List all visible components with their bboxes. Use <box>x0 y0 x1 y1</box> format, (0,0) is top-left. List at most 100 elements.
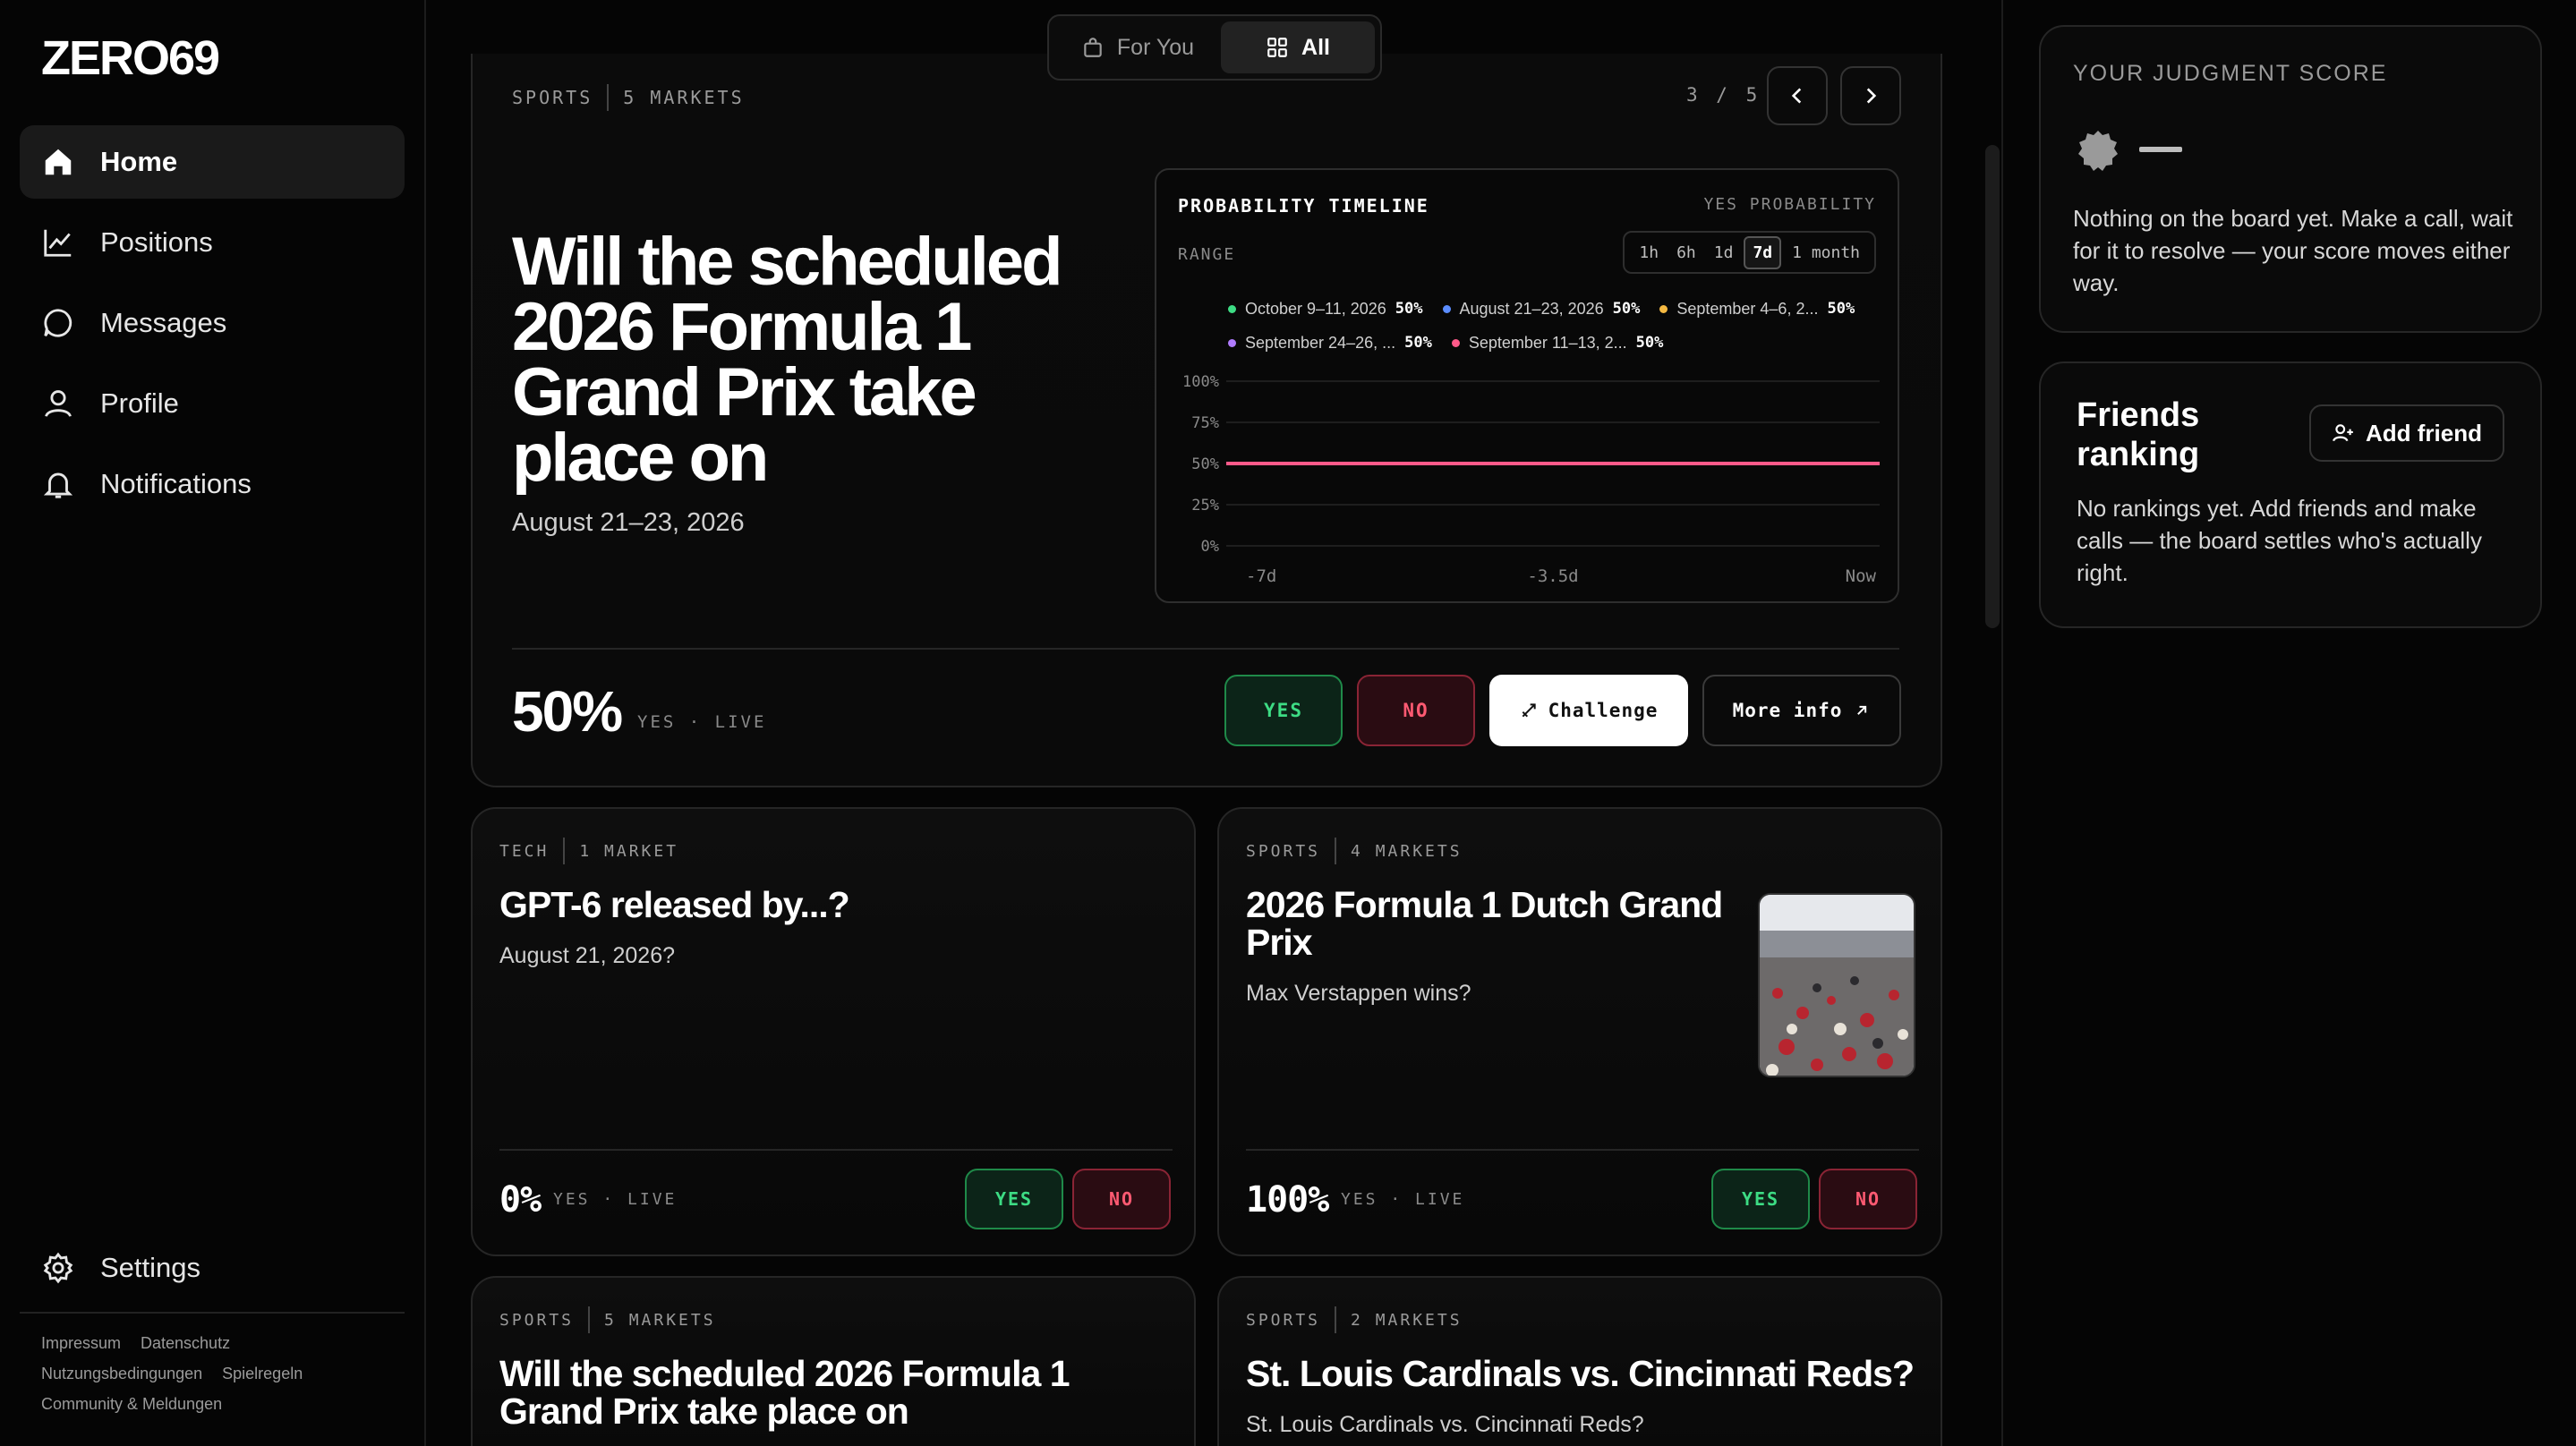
hero-yes-button[interactable]: YES <box>1224 675 1343 746</box>
next-button[interactable] <box>1840 66 1901 125</box>
nav-item-profile[interactable]: Profile <box>20 367 405 440</box>
footer-link-nutzungsbedingungen[interactable]: Nutzungsbedingungen <box>41 1365 202 1382</box>
card-subtitle: August 21, 2026? <box>499 943 675 968</box>
friends-ranking-panel: Friends ranking Add friend No rankings y… <box>2039 362 2542 628</box>
card-no-button[interactable]: NO <box>1819 1169 1917 1229</box>
card-percent: 100% <box>1246 1179 1329 1221</box>
judgment-title: YOUR JUDGMENT SCORE <box>2073 61 2388 86</box>
nav-item-settings[interactable]: Settings <box>20 1231 405 1305</box>
card-title[interactable]: 2026 Formula 1 Dutch Grand Prix <box>1246 886 1747 961</box>
hero-meta: SPORTS 5 MARKETS <box>512 84 745 111</box>
card-yes-button[interactable]: YES <box>1711 1169 1810 1229</box>
hero-divider <box>512 648 1899 650</box>
judgment-score-panel: YOUR JUDGMENT SCORE Nothing on the board… <box>2039 25 2542 333</box>
hero-no-button[interactable]: NO <box>1357 675 1475 746</box>
y-tick-label: 0% <box>1201 538 1219 556</box>
card-category: TECH <box>499 841 550 861</box>
hero-pager: 3 / 5 <box>1686 84 1761 106</box>
hero-live-label: YES · LIVE <box>637 712 767 732</box>
message-icon <box>44 309 73 337</box>
market-card[interactable]: SPORTS 2 MARKETS St. Louis Cardinals vs. … <box>1217 1276 1942 1446</box>
card-meta: SPORTS 4 MARKETS <box>1246 838 1463 864</box>
market-card[interactable]: SPORTS 4 MARKETS 2026 Formula 1 Dutch Gra… <box>1217 807 1942 1256</box>
user-icon <box>45 390 72 417</box>
sidebar: ZERO69 Home Positions Messages Profile N… <box>0 0 426 1446</box>
card-markets: 4 MARKETS <box>1351 841 1463 861</box>
gear-icon <box>43 1252 73 1284</box>
swords-icon <box>1522 703 1536 718</box>
card-meta: SPORTS 2 MARKETS <box>1246 1306 1463 1333</box>
bell-icon <box>43 472 73 498</box>
nav-item-notifications[interactable]: Notifications <box>20 447 405 521</box>
nav-item-positions[interactable]: Positions <box>20 206 405 279</box>
x-tick-label: Now <box>1846 566 1877 586</box>
card-live-label: YES · LIVE <box>1341 1190 1465 1209</box>
card-meta: TECH 1 MARKET <box>499 838 678 864</box>
score-badge-icon <box>2078 131 2118 171</box>
footer-links: Impressum Datenschutz Nutzungsbedingungen… <box>41 1328 417 1419</box>
card-divider <box>499 1149 1173 1151</box>
y-tick-label: 100% <box>1182 373 1219 391</box>
probability-timeline-chart: PROBABILITY TIMELINE YES PROBABILITY RAN… <box>1155 168 1899 603</box>
card-subtitle: Max Verstappen wins? <box>1246 981 1471 1006</box>
card-title[interactable]: Will the scheduled 2026 Formula 1 Grand … <box>499 1355 1126 1430</box>
toggle-all[interactable]: All <box>1221 21 1375 73</box>
footer-link-datenschutz[interactable]: Datenschutz <box>141 1334 230 1352</box>
nav-item-home[interactable]: Home <box>20 125 405 199</box>
nav-item-messages[interactable]: Messages <box>20 286 405 360</box>
card-markets: 5 MARKETS <box>604 1310 716 1330</box>
nav-item-label: Home <box>100 146 178 177</box>
bag-icon <box>1084 38 1102 57</box>
card-title[interactable]: GPT-6 released by...? <box>499 886 850 923</box>
card-no-button[interactable]: NO <box>1072 1169 1171 1229</box>
card-markets: 1 MARKET <box>579 841 679 861</box>
card-yes-button[interactable]: YES <box>965 1169 1063 1229</box>
hero-title[interactable]: Will the scheduled 2026 Formula 1 Grand … <box>512 228 1085 492</box>
prev-button[interactable] <box>1767 66 1828 125</box>
add-friend-label: Add friend <box>2366 419 2482 447</box>
card-markets: 2 MARKETS <box>1351 1310 1463 1330</box>
y-tick-label: 75% <box>1191 414 1219 432</box>
hero-percent: 50% <box>512 679 623 744</box>
score-placeholder-dash <box>2139 147 2182 152</box>
friends-ranking-title: Friends ranking <box>2077 396 2200 473</box>
x-tick-label: -3.5d <box>1527 566 1578 586</box>
add-friend-button[interactable]: Add friend <box>2309 404 2504 462</box>
feed-scrollbar[interactable] <box>1985 145 2000 628</box>
toggle-all-label: All <box>1301 34 1330 60</box>
footer-link-spielregeln[interactable]: Spielregeln <box>222 1365 303 1382</box>
nav-item-label: Messages <box>100 307 227 338</box>
settings-label: Settings <box>100 1252 201 1283</box>
card-category: SPORTS <box>1246 1310 1321 1330</box>
chevron-right-icon <box>1866 88 1877 104</box>
toggle-for-you-label: For You <box>1116 34 1195 60</box>
app-logo[interactable]: ZERO69 <box>41 30 220 86</box>
challenge-button[interactable]: Challenge <box>1489 675 1688 746</box>
right-panel-border <box>2001 0 2003 1446</box>
y-tick-label: 50% <box>1191 455 1219 473</box>
stadium-photo <box>1760 895 1914 1076</box>
market-card[interactable]: SPORTS 5 MARKETS Will the scheduled 2026 … <box>471 1276 1196 1446</box>
footer-link-community[interactable]: Community & Meldungen <box>41 1395 222 1413</box>
card-title[interactable]: St. Louis Cardinals vs. Cincinnati Reds? <box>1246 1355 1935 1392</box>
hero-markets: 5 MARKETS <box>623 87 745 108</box>
user-plus-icon <box>2333 424 2353 442</box>
toggle-for-you[interactable]: For You <box>1054 21 1221 73</box>
challenge-label: Challenge <box>1548 700 1659 721</box>
card-divider <box>1246 1149 1919 1151</box>
more-info-label: More info <box>1732 700 1843 721</box>
feed-toggle: For You All <box>1047 14 1382 81</box>
main-nav: Home Positions Messages Profile Notifica… <box>20 125 405 528</box>
arrow-up-right-icon <box>1857 705 1867 715</box>
footer-link-impressum[interactable]: Impressum <box>41 1334 121 1352</box>
market-card[interactable]: TECH 1 MARKET GPT-6 released by...? Augus… <box>471 807 1196 1256</box>
more-info-button[interactable]: More info <box>1702 675 1901 746</box>
chart-line-icon <box>44 229 72 257</box>
hero-category: SPORTS <box>512 87 593 108</box>
chevron-left-icon <box>1791 88 1802 104</box>
judgment-text: Nothing on the board yet. Make a call, w… <box>2073 205 2513 296</box>
card-live-label: YES · LIVE <box>553 1190 678 1209</box>
hero-subtitle: August 21–23, 2026 <box>512 508 745 537</box>
grid-icon <box>1267 38 1287 57</box>
card-percent: 0% <box>499 1179 542 1221</box>
